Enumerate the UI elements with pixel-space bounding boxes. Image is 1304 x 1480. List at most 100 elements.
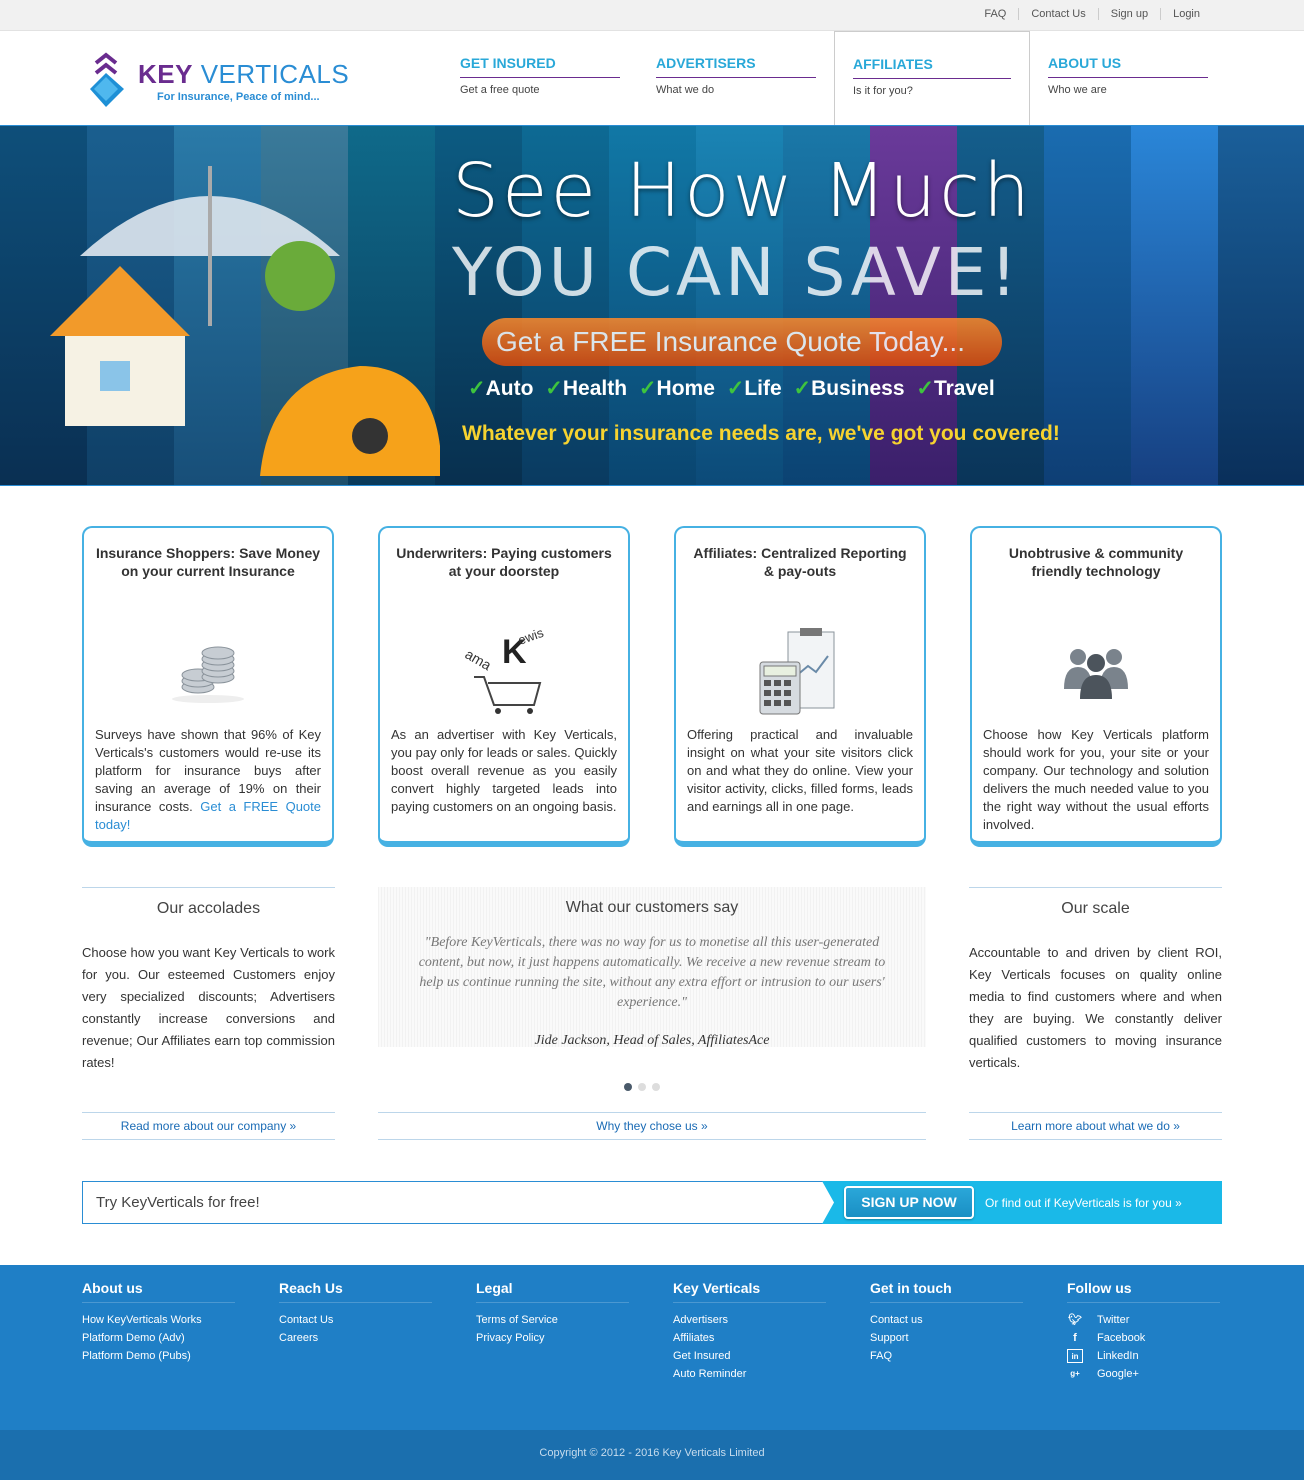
- nav-title: ADVERTISERS: [656, 55, 816, 78]
- people-group-icon: [983, 622, 1209, 722]
- footer-col-title: Legal: [476, 1280, 629, 1303]
- faq-link[interactable]: FAQ: [972, 8, 1018, 20]
- footer-link[interactable]: Advertisers: [673, 1311, 826, 1329]
- footer-link[interactable]: Terms of Service: [476, 1311, 629, 1329]
- card-title: Unobtrusive & community friendly technol…: [1008, 545, 1184, 579]
- svg-text:ama: ama: [463, 646, 495, 674]
- hero-banner[interactable]: See How Much YOU CAN SAVE! Get a FREE In…: [0, 125, 1304, 486]
- footer-link[interactable]: Platform Demo (Adv): [82, 1329, 235, 1347]
- twitter-icon: 🐦︎: [1068, 1314, 1082, 1326]
- footer-link[interactable]: How KeyVerticals Works: [82, 1311, 235, 1329]
- footer-col-legal: Legal Terms of Service Privacy Policy: [476, 1280, 629, 1347]
- footer-link[interactable]: Support: [870, 1329, 1023, 1347]
- nav-subtitle: What we do: [656, 84, 715, 96]
- testimonials-section: What our customers say "Before KeyVertic…: [378, 887, 926, 1048]
- feature-card-underwriters: Underwriters: Paying customers at your d…: [378, 526, 630, 847]
- footer-link[interactable]: Auto Reminder: [673, 1365, 826, 1383]
- linkedin-icon: in: [1067, 1349, 1083, 1363]
- hero-quote-pill[interactable]: Get a FREE Insurance Quote Today...: [482, 318, 1002, 366]
- nav-get-insured[interactable]: GET INSURED Get a free quote: [442, 31, 638, 125]
- carousel-dot[interactable]: [624, 1083, 632, 1091]
- calculator-clipboard-icon: [687, 622, 913, 722]
- feature-cards: Insurance Shoppers: Save Money on your c…: [82, 526, 1222, 847]
- main-nav: GET INSURED Get a free quote ADVERTISERS…: [442, 31, 1226, 126]
- nav-title: ABOUT US: [1048, 55, 1208, 78]
- banner-tile: [1218, 126, 1304, 485]
- googleplus-link[interactable]: g+ Google+: [1067, 1365, 1220, 1383]
- hero-tagline: Whatever your insurance needs are, we've…: [462, 422, 1060, 445]
- footer-col-title: Follow us: [1067, 1280, 1220, 1303]
- carousel-dots: [624, 1083, 660, 1091]
- card-title: Underwriters: Paying customers at your d…: [396, 545, 612, 579]
- feature-card-affiliates: Affiliates: Centralized Reporting & pay-…: [674, 526, 926, 847]
- linkedin-link[interactable]: in LinkedIn: [1067, 1347, 1220, 1365]
- house-umbrella-car-illustration: [50, 166, 440, 476]
- copyright: Copyright © 2012 - 2016 Key Verticals Li…: [0, 1430, 1304, 1480]
- card-text: As an advertiser with Key Verticals, you…: [391, 727, 617, 814]
- hero-product-list: ✓Auto ✓Health ✓Home ✓Life ✓Business ✓Tra…: [468, 377, 995, 400]
- footer-col-title: About us: [82, 1280, 235, 1303]
- footer-col-getintouch: Get in touch Contact us Support FAQ: [870, 1280, 1023, 1365]
- cta-try-text: Try KeyVerticals for free!: [96, 1194, 260, 1211]
- login-link[interactable]: Login: [1160, 8, 1212, 20]
- hero-subheadline: YOU CAN SAVE!: [452, 234, 1021, 311]
- card-text: Surveys have shown that 96% of Key Verti…: [95, 727, 321, 832]
- read-more-company-link[interactable]: Read more about our company »: [82, 1112, 335, 1140]
- why-chose-us-link[interactable]: Why they chose us »: [378, 1112, 926, 1140]
- footer-col-about: About us How KeyVerticals Works Platform…: [82, 1280, 235, 1365]
- coins-icon: [95, 622, 321, 722]
- twitter-link[interactable]: 🐦︎ Twitter: [1067, 1311, 1220, 1329]
- nav-subtitle: Who we are: [1048, 84, 1107, 96]
- site-footer: About us How KeyVerticals Works Platform…: [0, 1265, 1304, 1430]
- footer-link[interactable]: Platform Demo (Pubs): [82, 1347, 235, 1365]
- footer-link[interactable]: FAQ: [870, 1347, 1023, 1365]
- scale-text: Accountable to and driven by client ROI,…: [969, 945, 1222, 1070]
- footer-col-follow: Follow us 🐦︎ Twitter f Facebook in LinkedIn…: [1067, 1280, 1220, 1383]
- nav-about-us[interactable]: ABOUT US Who we are: [1030, 31, 1226, 125]
- footer-link[interactable]: Careers: [279, 1329, 432, 1347]
- scale-section: Our scale Accountable to and driven by c…: [969, 887, 1222, 1140]
- carousel-dot[interactable]: [652, 1083, 660, 1091]
- footer-link[interactable]: Get Insured: [673, 1347, 826, 1365]
- contact-us-link[interactable]: Contact Us: [1018, 8, 1097, 20]
- learn-more-link[interactable]: Learn more about what we do »: [969, 1112, 1222, 1140]
- banner-tile: [1131, 126, 1218, 485]
- footer-link[interactable]: Contact Us: [279, 1311, 432, 1329]
- signup-cta-bar: Try KeyVerticals for free! SIGN UP NOW O…: [82, 1181, 1222, 1224]
- carousel-dot[interactable]: [638, 1083, 646, 1091]
- facebook-link[interactable]: f Facebook: [1067, 1329, 1220, 1347]
- footer-link[interactable]: Affiliates: [673, 1329, 826, 1347]
- nav-title: AFFILIATES: [853, 56, 1011, 79]
- logo-brand-text: KEY VERTICALS: [138, 59, 350, 89]
- card-title: Insurance Shoppers: Save Money on your c…: [95, 545, 321, 579]
- googleplus-icon: g+: [1070, 1369, 1080, 1378]
- sign-up-now-button[interactable]: SIGN UP NOW: [844, 1186, 974, 1219]
- footer-link[interactable]: Contact us: [870, 1311, 1023, 1329]
- accolades-title: Our accolades: [82, 887, 335, 918]
- scale-title: Our scale: [969, 887, 1222, 918]
- footer-col-title: Key Verticals: [673, 1280, 826, 1303]
- nav-affiliates[interactable]: AFFILIATES Is it for you?: [834, 31, 1030, 126]
- testimonial-quote: "Before KeyVerticals, there was no way f…: [418, 935, 886, 1010]
- accolades-text: Choose how you want Key Verticals to wor…: [82, 945, 335, 1070]
- feature-card-technology: Unobtrusive & community friendly technol…: [970, 526, 1222, 847]
- facebook-icon: f: [1073, 1332, 1077, 1344]
- card-text: Choose how Key Verticals platform should…: [983, 727, 1209, 832]
- feature-card-shoppers: Insurance Shoppers: Save Money on your c…: [82, 526, 334, 847]
- sign-up-link[interactable]: Sign up: [1097, 8, 1160, 20]
- hero-headline: See How Much: [452, 148, 1033, 234]
- footer-col-title: Reach Us: [279, 1280, 432, 1303]
- testimonial-author: Jide Jackson, Head of Sales, AffiliatesA…: [534, 1033, 770, 1048]
- site-header: KEY VERTICALS For Insurance, Peace of mi…: [0, 31, 1304, 126]
- site-logo[interactable]: KEY VERTICALS For Insurance, Peace of mi…: [88, 49, 350, 111]
- card-text: Offering practical and invaluable insigh…: [687, 727, 913, 814]
- nav-advertisers[interactable]: ADVERTISERS What we do: [638, 31, 834, 125]
- svg-text:ewis: ewis: [516, 627, 546, 648]
- find-out-link[interactable]: Or find out if KeyVerticals is for you »: [985, 1196, 1182, 1210]
- footer-col-reach: Reach Us Contact Us Careers: [279, 1280, 432, 1347]
- shopping-cart-icon: ama K ewis: [391, 622, 617, 722]
- footer-link[interactable]: Privacy Policy: [476, 1329, 629, 1347]
- card-title: Affiliates: Centralized Reporting & pay-…: [693, 545, 907, 579]
- footer-col-keyverticals: Key Verticals Advertisers Affiliates Get…: [673, 1280, 826, 1383]
- testimonials-title: What our customers say: [565, 899, 739, 916]
